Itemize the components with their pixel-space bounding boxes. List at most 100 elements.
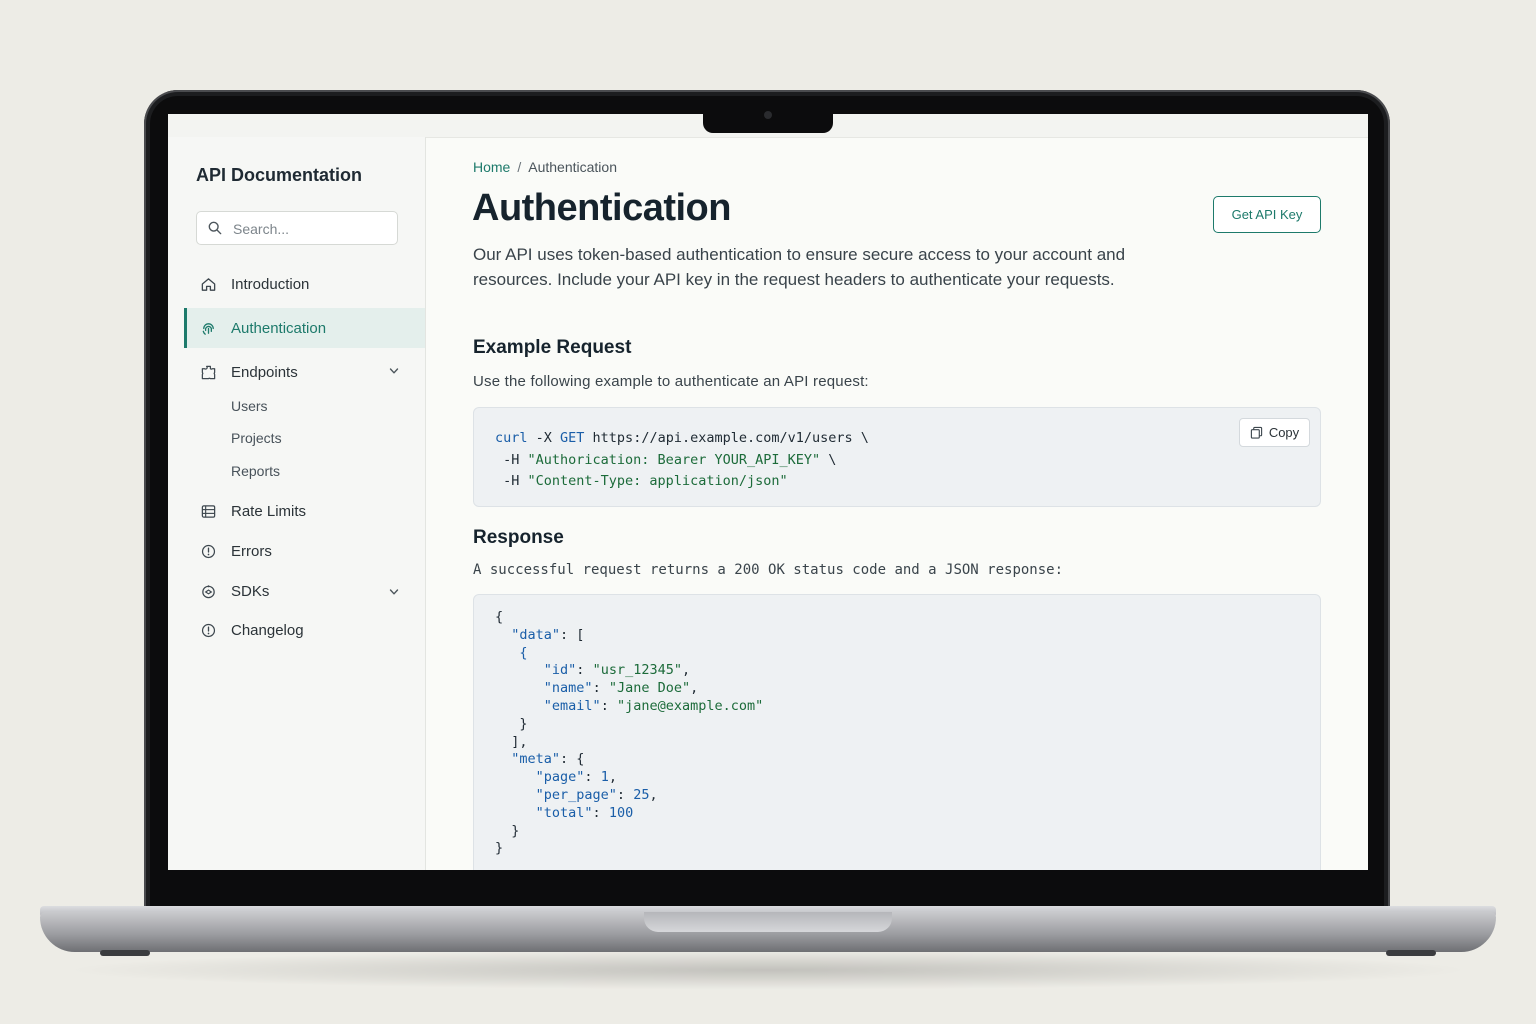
status-code: 200 OK <box>734 562 785 578</box>
code-line: "email": "jane@example.com" <box>543 697 764 714</box>
example-request-heading: Example Request <box>473 337 632 358</box>
copy-button[interactable]: Copy <box>1239 418 1310 447</box>
sidebar-item-label: Changelog <box>231 621 304 639</box>
code-lines: curl -X GET https://api.example.com/v1/u… <box>495 428 869 493</box>
search-input[interactable] <box>231 218 395 240</box>
json-value: 1 <box>600 769 609 786</box>
sidebar-item-label: Errors <box>231 542 272 560</box>
chevron-down-icon[interactable] <box>389 366 399 376</box>
screen-chin <box>150 870 1384 886</box>
laptop-foot-right <box>1386 950 1436 956</box>
code-line: "page": 1, <box>535 769 617 786</box>
sidebar-item-label: Rate Limits <box>231 502 307 520</box>
sidebar-item-endpoints[interactable]: Endpoints <box>184 352 425 392</box>
info-circle-icon <box>200 622 217 639</box>
json-key: "name" <box>543 680 593 697</box>
sidebar-title: API Documentation <box>196 165 363 185</box>
breadcrumb-separator: / <box>517 159 522 175</box>
code-line: { <box>495 609 504 625</box>
package-icon <box>200 583 217 600</box>
camera-lens <box>764 111 772 119</box>
sidebar-item-sdks[interactable]: SDKs <box>184 571 425 611</box>
sidebar: API Documentation Introduction Authentic… <box>168 137 426 870</box>
response-lead: A successful request returns a 200 OK st… <box>473 562 1063 578</box>
laptop-opening-groove <box>644 912 892 932</box>
chevron-down-icon[interactable] <box>389 587 399 597</box>
search-box[interactable] <box>196 211 398 245</box>
code-token: curl <box>495 430 528 446</box>
sidebar-item-rate-limits[interactable]: Rate Limits <box>184 491 425 531</box>
sidebar-item-label: Endpoints <box>231 363 298 381</box>
json-key: "total" <box>535 804 593 821</box>
json-key: "meta" <box>511 751 561 768</box>
response-code-block: { "data": [ { "id": "usr_12345", "name":… <box>473 594 1321 870</box>
code-line: "name": "Jane Doe", <box>543 680 699 697</box>
json-key: "page" <box>535 769 585 786</box>
puzzle-icon <box>200 364 217 381</box>
code-line: } <box>495 840 504 857</box>
code-line: "id": "usr_12345", <box>543 662 691 679</box>
laptop-shadow <box>60 950 1476 990</box>
sidebar-item-label: Authentication <box>231 319 327 337</box>
sidebar-item-changelog[interactable]: Changelog <box>184 610 425 650</box>
code-token: GET <box>560 430 585 446</box>
search-icon <box>208 221 222 235</box>
code-line: "meta": { <box>511 751 585 768</box>
get-api-key-button[interactable]: Get API Key <box>1213 196 1321 233</box>
code-token: "Content-Type: application/json" <box>527 473 788 489</box>
copy-label: Copy <box>1268 425 1300 440</box>
example-code-block: Copy curl -X GET https://api.example.com… <box>473 407 1321 507</box>
breadcrumb-home-link[interactable]: Home <box>473 159 510 175</box>
code-line: curl -X GET https://api.example.com/v1/u… <box>495 428 869 450</box>
sidebar-item-introduction[interactable]: Introduction <box>184 264 425 304</box>
code-line: } <box>495 715 528 732</box>
code-line: ], <box>495 733 528 750</box>
code-token: -H <box>495 451 528 468</box>
fingerprint-icon <box>200 320 217 337</box>
response-heading: Response <box>473 527 564 548</box>
code-line: { <box>519 644 528 661</box>
code-line: "per_page": 25, <box>535 786 658 803</box>
sidebar-item-errors[interactable]: Errors <box>184 531 425 571</box>
breadcrumb: Home / Authentication <box>473 159 617 175</box>
sidebar-item-authentication[interactable]: Authentication <box>184 308 425 348</box>
json-value: "jane@example.com" <box>616 697 764 714</box>
code-token: "Authorication: Bearer YOUR_API_KEY" <box>527 451 821 468</box>
code-token: -H <box>495 473 528 489</box>
sidebar-subitem-projects[interactable]: Projects <box>231 430 282 446</box>
sidebar-item-label: SDKs <box>231 582 270 600</box>
laptop-foot-left <box>100 950 150 956</box>
code-token: -X <box>527 430 561 446</box>
screen: API Documentation Introduction Authentic… <box>168 114 1368 870</box>
copy-icon <box>1250 426 1262 439</box>
sidebar-subitem-reports[interactable]: Reports <box>231 463 280 479</box>
code-token: \ <box>820 451 837 468</box>
breadcrumb-current: Authentication <box>528 159 617 175</box>
home-icon <box>200 276 217 293</box>
response-lead-text: A successful request returns a <box>473 562 735 578</box>
json-value: 100 <box>608 804 634 821</box>
code-line: } <box>495 822 520 839</box>
list-icon <box>200 503 217 520</box>
json-key: "data" <box>511 626 561 643</box>
json-key: "per_page" <box>535 786 617 803</box>
page-title: Authentication <box>472 187 731 229</box>
sidebar-subitem-users[interactable]: Users <box>231 398 268 414</box>
example-request-lead: Use the following example to authenticat… <box>473 373 869 390</box>
code-line: -H "Content-Type: application/json" <box>495 471 869 493</box>
code-line: "data": [ <box>511 626 585 643</box>
json-lines: { "data": [ { "id": "usr_12345", "name":… <box>495 609 763 858</box>
json-value: "usr_12345" <box>592 662 682 679</box>
intro-paragraph: Our API uses token-based authentication … <box>473 245 1126 289</box>
json-key: "email" <box>543 697 601 714</box>
response-lead-text: status code and a JSON response: <box>784 562 1064 578</box>
code-line: "total": 100 <box>535 804 634 821</box>
alert-circle-icon <box>200 543 217 560</box>
code-token: https://api.example.com/v1/users \ <box>584 430 869 446</box>
json-value: 25 <box>633 786 650 803</box>
sidebar-item-label: Introduction <box>231 275 310 293</box>
main-content: Home / Authentication Authentication Get A… <box>426 137 1368 870</box>
json-value: "Jane Doe" <box>608 680 691 697</box>
json-key: "id" <box>543 662 577 679</box>
code-line: -H "Authorication: Bearer YOUR_API_KEY" … <box>495 450 869 472</box>
